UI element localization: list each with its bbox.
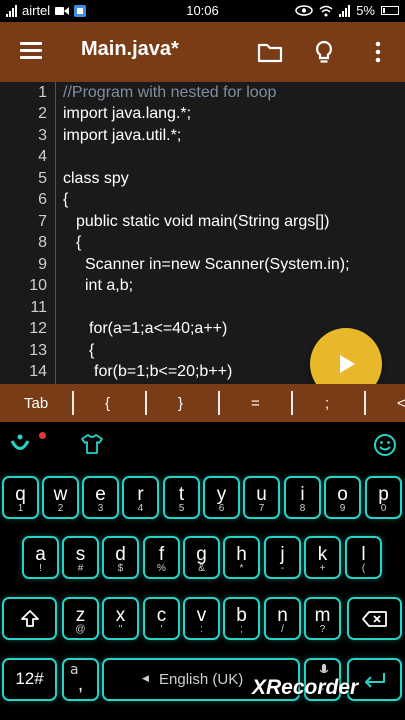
key-h[interactable]: h *	[223, 536, 260, 579]
code-line[interactable]: {	[63, 191, 68, 209]
lightbulb-icon[interactable]	[310, 38, 338, 66]
battery-icon	[381, 6, 399, 15]
symbol-separator	[145, 391, 147, 415]
symbol-close-brace[interactable]: }	[178, 395, 183, 412]
key-q[interactable]: q1	[2, 476, 39, 519]
symbol-less-than[interactable]: <	[397, 395, 405, 412]
key-y[interactable]: y6	[203, 476, 240, 519]
code-line[interactable]: {	[76, 234, 81, 252]
folder-icon[interactable]	[256, 38, 284, 66]
key-c[interactable]: c '	[143, 597, 180, 640]
status-right: 5%	[295, 3, 399, 18]
keyboard: q1 w2 e3 r4 t5 y6 u7 i8 o9 p0 a! s # d $ f…	[0, 422, 405, 720]
key-j[interactable]: j-	[264, 536, 301, 579]
line-number: 4	[38, 148, 47, 165]
line-number: 8	[38, 234, 47, 251]
line-number: 2	[38, 105, 47, 122]
code-line[interactable]: import java.util.*;	[63, 127, 181, 145]
symbol-tab[interactable]: Tab	[24, 395, 48, 412]
status-bar: airtel 10:06 5%	[0, 0, 405, 22]
play-icon	[340, 355, 355, 373]
code-line[interactable]: {	[89, 342, 94, 360]
key-t[interactable]: t5	[163, 476, 200, 519]
tshirt-icon[interactable]	[80, 433, 104, 455]
key-x[interactable]: x "	[102, 597, 139, 640]
code-line[interactable]: for(b=1;b<=20;b++)	[94, 363, 232, 381]
code-line[interactable]: //Program with nested for loop	[63, 84, 276, 102]
line-number: 6	[38, 191, 47, 208]
key-a[interactable]: a!	[22, 536, 59, 579]
code-line[interactable]: public static void main(String args[])	[76, 213, 329, 231]
space-language-label: English (UK)	[159, 671, 244, 688]
menu-icon[interactable]	[20, 42, 42, 60]
recorder-watermark: XRecorder	[252, 676, 359, 699]
key-f[interactable]: f%	[143, 536, 180, 579]
symbol-bar: Tab { } = ; <	[0, 384, 405, 422]
key-u[interactable]: u7	[243, 476, 280, 519]
line-number: 13	[29, 342, 47, 359]
line-number: 10	[29, 277, 47, 294]
key-n[interactable]: n /	[264, 597, 301, 640]
file-title: Main.java*	[81, 38, 179, 60]
symbol-separator	[291, 391, 293, 415]
key-p[interactable]: p0	[365, 476, 402, 519]
enter-icon	[365, 673, 385, 688]
key-m[interactable]: m?	[304, 597, 341, 640]
key-o[interactable]: o9	[324, 476, 361, 519]
key-g[interactable]: g &	[183, 536, 220, 579]
backspace-key[interactable]	[347, 597, 402, 640]
app-toolbar: Main.java*	[0, 22, 405, 82]
key-r[interactable]: r4	[122, 476, 159, 519]
code-line[interactable]: class spy	[63, 170, 129, 188]
shift-key[interactable]	[2, 597, 57, 640]
symbol-separator	[364, 391, 366, 415]
language-left-arrow-icon: ◀	[142, 674, 149, 684]
symbol-open-brace[interactable]: {	[105, 395, 110, 412]
keyboard-toolbar	[0, 422, 405, 466]
code-line[interactable]: int a,b;	[85, 277, 133, 295]
signal-icon-2	[339, 4, 351, 17]
key-s[interactable]: s #	[62, 536, 99, 579]
symbol-separator	[218, 391, 220, 415]
key-b[interactable]: b;	[223, 597, 260, 640]
line-number: 12	[29, 320, 47, 337]
comma-key[interactable]: a,	[62, 658, 99, 701]
numbers-key[interactable]: 12#	[2, 658, 57, 701]
key-d[interactable]: d $	[102, 536, 139, 579]
code-line[interactable]: import java.lang.*;	[63, 105, 191, 123]
key-w[interactable]: w2	[42, 476, 79, 519]
code-line[interactable]: for(a=1;a<=40;a++)	[89, 320, 227, 338]
line-number-gutter: 1 2 3 4 5 6 7 8 9 10 11 12 13 14	[0, 82, 56, 384]
line-number: 3	[38, 127, 47, 144]
line-number: 5	[38, 170, 47, 187]
line-number: 7	[38, 213, 47, 230]
line-number: 14	[29, 363, 47, 380]
symbol-equals[interactable]: =	[251, 395, 260, 412]
key-l[interactable]: l(	[345, 536, 382, 579]
battery-percent: 5%	[356, 3, 375, 18]
key-i[interactable]: i8	[284, 476, 321, 519]
symbol-semicolon[interactable]: ;	[325, 395, 329, 412]
backspace-icon	[362, 611, 387, 627]
key-v[interactable]: v:	[183, 597, 220, 640]
line-number: 9	[38, 256, 47, 273]
key-k[interactable]: k +	[304, 536, 341, 579]
shift-icon	[21, 610, 39, 627]
eye-icon	[295, 5, 313, 16]
more-vertical-icon[interactable]	[366, 38, 394, 66]
emoji-icon[interactable]	[373, 433, 397, 457]
wifi-icon	[319, 5, 333, 16]
code-line[interactable]: Scanner in=new Scanner(System.in);	[85, 256, 350, 274]
line-number: 11	[30, 299, 47, 316]
keyboard-logo-icon[interactable]	[8, 432, 32, 456]
line-number: 1	[38, 84, 47, 101]
key-e[interactable]: e3	[82, 476, 119, 519]
notification-dot-icon	[39, 432, 46, 439]
key-z[interactable]: z @	[62, 597, 99, 640]
symbol-separator	[72, 391, 74, 415]
